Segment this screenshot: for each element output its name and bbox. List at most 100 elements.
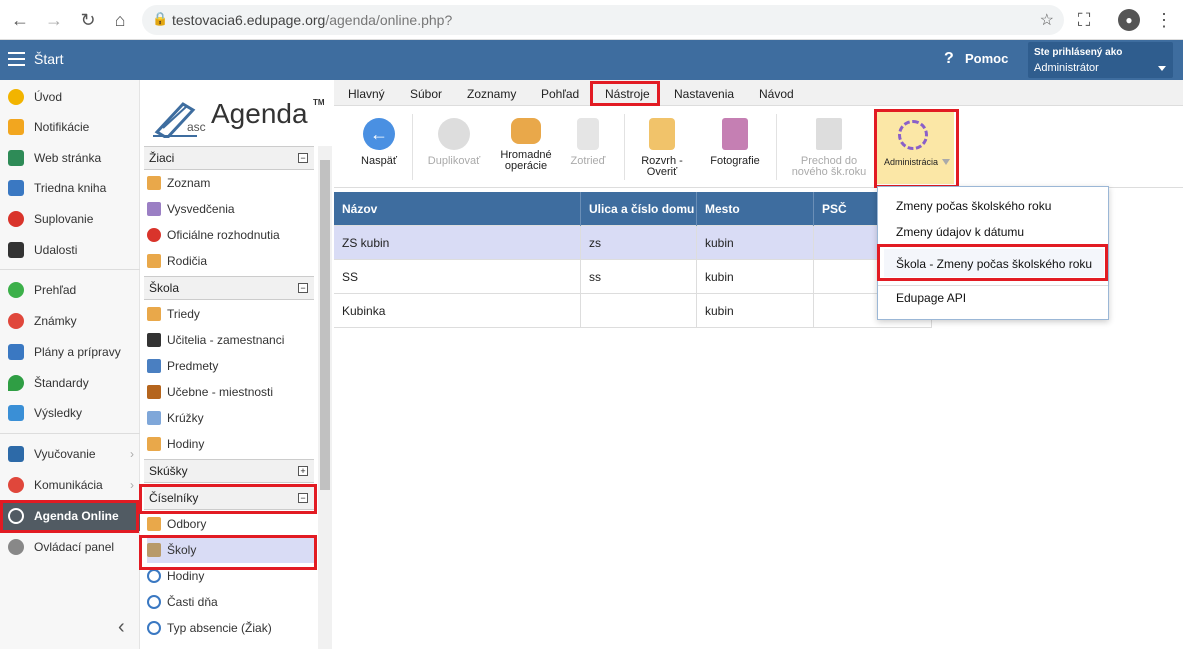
sidebar-item-label: Známky	[34, 314, 77, 328]
sidebar-item-ovladaci-panel[interactable]: Ovládací panel	[0, 532, 140, 562]
clock-icon	[147, 569, 161, 583]
sidebar-item-label: Úvod	[34, 90, 63, 104]
tree-item-vysvedcenia[interactable]: Vysvedčenia	[147, 196, 317, 222]
graduation-cap-icon	[147, 333, 161, 347]
dropdown-item-zmeny-pocas-roku[interactable]: Zmeny počas školského roku	[896, 199, 1051, 213]
expand-toggle-icon[interactable]: +	[298, 466, 308, 476]
sidebar-item-plany[interactable]: Plány a prípravy	[0, 337, 140, 367]
door-icon	[147, 385, 161, 399]
bookmark-star-icon[interactable]: ☆	[1040, 10, 1054, 30]
profile-avatar-icon[interactable]: ●	[1118, 9, 1140, 31]
home-icon[interactable]: ⌂	[108, 8, 132, 32]
tree-item-label: Triedy	[167, 307, 200, 321]
sidebar-item-suplovanie[interactable]: Suplovanie	[0, 204, 140, 234]
tree-item-label: Hodiny	[167, 437, 205, 451]
back-circle-icon: ←	[363, 118, 395, 150]
cell-ulica	[581, 294, 697, 328]
forward-arrow-icon[interactable]: →	[42, 8, 66, 32]
photos-button[interactable]: Fotografie	[702, 112, 768, 184]
help-question-icon[interactable]: ?	[944, 50, 954, 68]
tab-navod[interactable]: Návod	[759, 87, 794, 101]
tree-item-typ-absencie[interactable]: Typ absencie (Žiak)	[147, 615, 317, 641]
sidebar-item-komunikacia[interactable]: Komunikácia ›	[0, 470, 140, 500]
sidebar-item-label: Vyučovanie	[34, 447, 96, 461]
toolbar-divider	[412, 114, 413, 180]
tree-item-predmety[interactable]: Predmety	[147, 353, 317, 379]
sidebar-item-uvod[interactable]: Úvod	[0, 82, 140, 112]
tree-item-zoznam[interactable]: Zoznam	[147, 170, 317, 196]
table-row[interactable]: SS ss kubin	[334, 260, 932, 294]
tree-scrollbar-thumb[interactable]	[320, 160, 330, 490]
sidebar-item-label: Plány a prípravy	[34, 345, 121, 359]
browser-menu-icon[interactable]: ⋮	[1152, 8, 1176, 32]
tree-item-odbory[interactable]: Odbory	[147, 511, 317, 537]
calendar-icon	[8, 242, 24, 258]
table-row[interactable]: Kubinka kubin	[334, 294, 932, 328]
column-header-ulica[interactable]: Ulica a číslo domu	[581, 192, 697, 226]
address-bar[interactable]: 🔒 testovacia6.edupage.org/agenda/online.…	[142, 5, 1064, 35]
briefcase-icon	[8, 344, 24, 360]
hamburger-menu-icon[interactable]	[8, 52, 25, 66]
main-sidebar: Úvod Notifikácie Web stránka Triedna kni…	[0, 80, 140, 649]
tree-item-label: Zoznam	[167, 176, 211, 190]
tab-pohlad[interactable]: Pohľad	[541, 87, 579, 101]
tab-hlavny[interactable]: Hlavný	[348, 87, 385, 101]
section-title: Žiaci	[149, 151, 175, 165]
tree-item-triedy[interactable]: Triedy	[147, 301, 317, 327]
browser-toolbar: ← → ↻ ⌂ 🔒 testovacia6.edupage.org/agenda…	[0, 0, 1183, 40]
sidebar-item-znamky[interactable]: Známky	[0, 306, 140, 336]
sidebar-item-prehlad[interactable]: Prehľad	[0, 275, 140, 305]
collapse-sidebar-icon[interactable]: ‹	[118, 616, 125, 639]
tree-item-ucebne[interactable]: Učebne - miestnosti	[147, 379, 317, 405]
year-transition-button[interactable]: Prechod do nového šk.roku	[786, 112, 872, 184]
tab-subor[interactable]: Súbor	[410, 87, 442, 101]
bar-chart-icon	[8, 405, 24, 421]
back-arrow-icon[interactable]: ←	[8, 8, 32, 32]
sort-button-label: Zotrieď	[570, 155, 606, 167]
sidebar-item-label: Udalosti	[34, 243, 78, 257]
group-icon	[147, 411, 161, 425]
back-button[interactable]: ← Naspäť	[354, 112, 404, 184]
tree-item-kruzky[interactable]: Krúžky	[147, 405, 317, 431]
cell-ulica: ss	[581, 260, 697, 294]
sidebar-item-notifikacie[interactable]: Notifikácie	[0, 112, 140, 142]
table-row[interactable]: ZS kubin zs kubin	[334, 226, 932, 260]
sidebar-item-vyucovanie[interactable]: Vyučovanie ›	[0, 439, 140, 469]
highlight-box-skola-zmeny	[877, 244, 1108, 281]
tab-zoznamy[interactable]: Zoznamy	[467, 87, 516, 101]
tree-item-rozhodnutia[interactable]: Oficiálne rozhodnutia	[147, 222, 317, 248]
logged-as-label: Ste prihlásený ako	[1034, 47, 1123, 58]
collapse-toggle-icon[interactable]: −	[298, 283, 308, 293]
window-capture-icon[interactable]: ⛶	[1072, 8, 1096, 32]
section-skusky[interactable]: Skúšky +	[144, 459, 314, 483]
sidebar-item-triedna-kniha[interactable]: Triedna kniha	[0, 173, 140, 203]
schedule-check-button[interactable]: Rozvrh - Overiť	[630, 112, 694, 184]
sidebar-item-web[interactable]: Web stránka	[0, 143, 140, 173]
section-title: Skúšky	[149, 464, 188, 478]
reload-icon[interactable]: ↻	[76, 8, 100, 32]
tree-item-rodicia[interactable]: Rodičia	[147, 248, 317, 274]
sort-button[interactable]: Zotrieď	[562, 112, 614, 184]
duplicate-button[interactable]: Duplikovať	[422, 112, 486, 184]
start-link[interactable]: Štart	[34, 51, 64, 67]
dropdown-item-zmeny-udajov[interactable]: Zmeny údajov k dátumu	[896, 225, 1024, 239]
cell-mesto: kubin	[697, 226, 814, 260]
column-header-nazov[interactable]: Názov	[334, 192, 581, 226]
bulk-operations-button[interactable]: Hromadné operácie	[494, 112, 558, 184]
sidebar-item-udalosti[interactable]: Udalosti	[0, 235, 140, 265]
sidebar-item-vysledky[interactable]: Výsledky	[0, 398, 140, 428]
tree-item-hodiny[interactable]: Hodiny	[147, 431, 317, 457]
dropdown-item-edupage-api[interactable]: Edupage API	[896, 291, 966, 305]
column-header-mesto[interactable]: Mesto	[697, 192, 814, 226]
tree-item-casti-dna[interactable]: Časti dňa	[147, 589, 317, 615]
help-link[interactable]: Pomoc	[965, 51, 1008, 66]
section-ziaci[interactable]: Žiaci −	[144, 146, 314, 170]
user-role: Administrátor	[1034, 62, 1099, 74]
tab-nastavenia[interactable]: Nastavenia	[674, 87, 734, 101]
user-selector[interactable]: Ste prihlásený ako Administrátor	[1028, 42, 1173, 78]
sidebar-item-standardy[interactable]: Štandardy	[0, 368, 140, 398]
section-skola[interactable]: Škola −	[144, 276, 314, 300]
collapse-toggle-icon[interactable]: −	[298, 153, 308, 163]
tree-item-ucitelia[interactable]: Učitelia - zamestnanci	[147, 327, 317, 353]
logo-name: Agenda	[211, 98, 308, 129]
